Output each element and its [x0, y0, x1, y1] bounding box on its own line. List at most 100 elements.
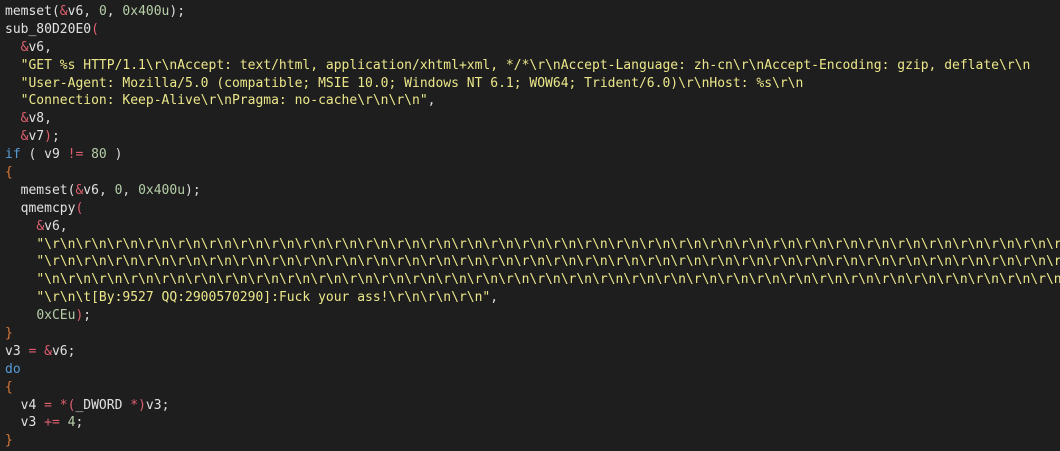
code-token-operator: & [44, 343, 52, 359]
code-line[interactable]: "\r\n\t[By:9527 QQ:2900570290]:Fuck your… [5, 289, 1060, 307]
code-line[interactable]: &v7); [5, 128, 1060, 146]
code-line[interactable]: memset(&v6, 0, 0x400u); [5, 3, 1060, 21]
code-token-punct: , [83, 4, 99, 19]
code-token-operator: += [36, 415, 68, 431]
code-token-punct: ; [75, 415, 84, 431]
code-token-plain: memset [20, 182, 68, 198]
code-token-plain: v6 [44, 218, 60, 234]
code-token-operator: = [20, 343, 45, 359]
code-token-plain: sub_80D20E0 [5, 21, 92, 37]
code-line[interactable]: "\r\n\r\n\r\n\r\n\r\n\r\n\r\n\r\n\r\n\r\… [5, 253, 1060, 271]
code-token-operator: & [36, 218, 45, 234]
code-line[interactable]: &v8, [5, 110, 1060, 128]
code-token-plain: v7 [28, 129, 45, 145]
code-line[interactable]: "Connection: Keep-Alive\r\nPragma: no-ca… [5, 92, 1060, 110]
code-token-operator: ) [44, 129, 52, 145]
code-token-number: 0x400u [138, 182, 186, 198]
code-token-operator: != [59, 147, 92, 163]
code-line[interactable]: v3 += 4; [5, 414, 1060, 432]
code-line[interactable]: sub_80D20E0( [5, 21, 1060, 39]
code-line[interactable]: v4 = *(_DWORD *)v3; [5, 397, 1060, 415]
code-token-plain: v6 [67, 4, 84, 19]
code-token-plain: v4 [20, 397, 37, 413]
code-token-punct: , [106, 4, 123, 19]
code-token-brace: } [5, 326, 13, 342]
code-line[interactable]: } [5, 432, 1060, 450]
code-token-operator: *) [122, 397, 146, 413]
code-line[interactable]: do [5, 361, 1060, 379]
code-token-plain: v6 [51, 343, 68, 359]
code-token-operator: *( [59, 397, 76, 413]
code-token-punct: , [490, 290, 499, 306]
code-token-number: 0xCEu [36, 308, 76, 324]
code-line[interactable]: "User-Agent: Mozilla/5.0 (compatible; MS… [5, 75, 1060, 93]
code-line[interactable]: v3 = &v6; [5, 343, 1060, 361]
code-token-keyword: if [5, 147, 21, 163]
pseudocode-view[interactable]: memset(&v6, 0, 0x400u); sub_80D20E0( &v6,… [5, 3, 1060, 450]
code-token-punct: ; [67, 343, 76, 359]
code-token-number: 0 [98, 4, 107, 19]
code-token-plain: v6 [83, 182, 99, 198]
code-token-punct: ; [161, 397, 170, 413]
code-line[interactable]: if ( v9 != 80 ) [5, 146, 1060, 164]
code-token-plain: qmemcpy [20, 200, 76, 216]
code-token-operator: ( [75, 200, 84, 216]
code-token-brace: { [5, 379, 13, 395]
code-token-punct: ; [51, 129, 60, 145]
code-token-keyword: do [5, 361, 21, 377]
code-token-punct: , [59, 218, 68, 234]
code-line[interactable]: 0xCEu); [5, 307, 1060, 325]
code-token-punct: , [98, 182, 115, 198]
code-token-brace: { [5, 165, 13, 181]
code-token-punct: ); [185, 182, 201, 198]
code-token-string: "\r\n\t[By:9527 QQ:2900570290]:Fuck your… [36, 290, 491, 306]
code-token-operator: & [59, 4, 68, 19]
code-token-plain: v3 [20, 415, 37, 431]
code-token-punct: ( [20, 147, 45, 163]
code-line[interactable]: "GET %s HTTP/1.1\r\nAccept: text/html, a… [5, 57, 1060, 75]
code-token-plain: v3 [5, 343, 21, 359]
code-token-plain: v8 [28, 111, 45, 127]
code-token-punct: , [44, 111, 52, 127]
code-line[interactable]: &v6, [5, 218, 1060, 236]
code-token-number: 0x400u [122, 4, 170, 19]
code-line[interactable]: "\r\n\r\n\r\n\r\n\r\n\r\n\r\n\r\n\r\n\r\… [5, 236, 1060, 254]
code-token-string: "\r\n\r\n\r\n\r\n\r\n\r\n\r\n\r\n\r\n\r\… [36, 236, 1060, 252]
code-token-punct: ; [83, 308, 92, 324]
code-line[interactable]: "\n\r\n\r\n\r\n\r\n\r\n\r\n\r\n\r\n\r\n\… [5, 271, 1060, 289]
code-token-punct: , [44, 39, 52, 55]
code-token-punct: ); [169, 4, 186, 19]
code-token-string: "\r\n\r\n\r\n\r\n\r\n\r\n\r\n\r\n\r\n\r\… [36, 254, 1060, 270]
code-token-string: "User-Agent: Mozilla/5.0 (compatible; MS… [20, 75, 804, 91]
code-token-plain: memset [5, 4, 52, 19]
code-line[interactable]: memset(&v6, 0, 0x400u); [5, 182, 1060, 200]
code-token-punct: , [427, 93, 436, 109]
code-token-string: "Connection: Keep-Alive\r\nPragma: no-ca… [20, 93, 428, 109]
code-line[interactable]: { [5, 164, 1060, 182]
code-line[interactable]: } [5, 325, 1060, 343]
code-token-punct: , [122, 182, 139, 198]
code-line[interactable]: { [5, 379, 1060, 397]
code-line[interactable]: &v6, [5, 39, 1060, 57]
code-line[interactable]: qmemcpy( [5, 200, 1060, 218]
code-token-plain: _DWORD [75, 397, 123, 413]
code-token-plain: v6 [28, 39, 45, 55]
code-editor[interactable]: memset(&v6, 0, 0x400u); sub_80D20E0( &v6,… [0, 0, 1060, 451]
code-token-number: 80 [91, 147, 107, 163]
